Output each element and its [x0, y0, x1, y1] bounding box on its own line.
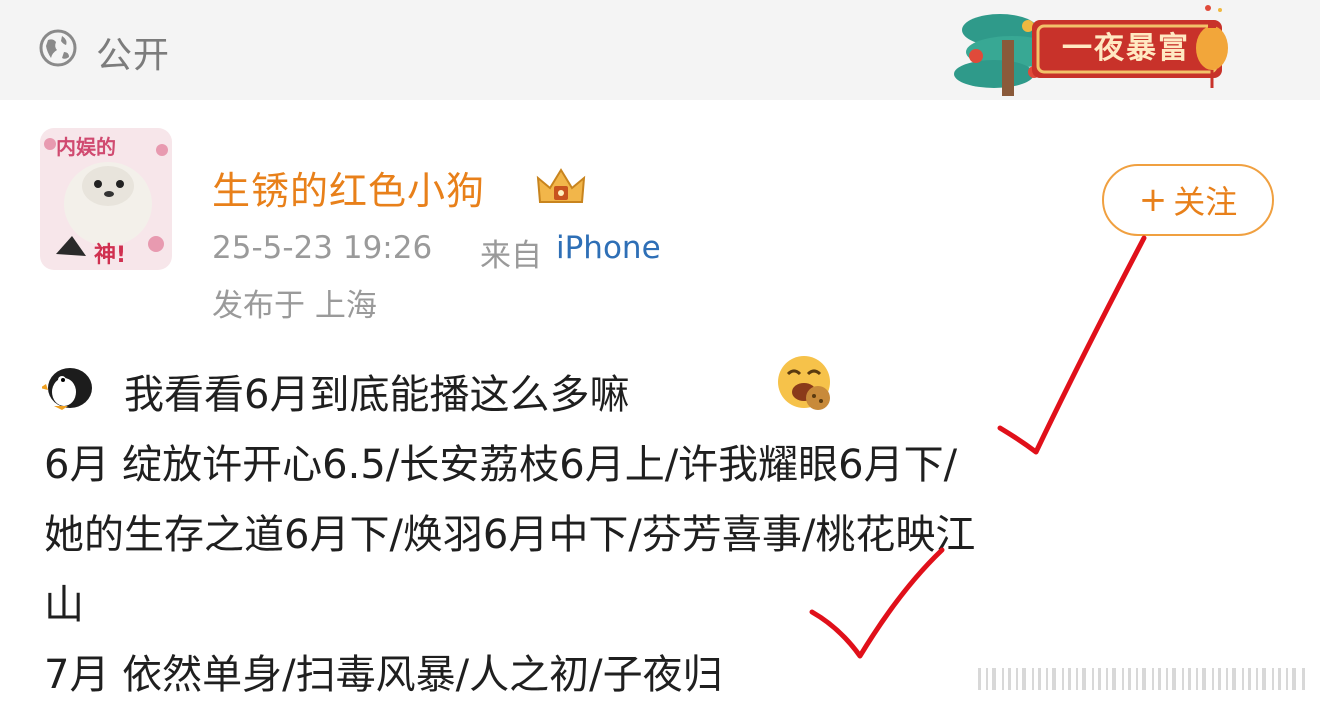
watermark-image [978, 668, 1305, 690]
globe-icon [39, 29, 77, 67]
source-label: 来自 [480, 238, 542, 274]
laughing-face-emoji [778, 356, 830, 410]
avatar-text-bottom: 神! [94, 242, 126, 268]
follow-label: 关注 [1173, 183, 1238, 221]
checkmark-annotation [809, 547, 945, 659]
plus-icon: + [1138, 180, 1168, 220]
banner-text[interactable]: 一夜暴富 [1042, 26, 1210, 72]
post-location: 发布于 上海 [212, 288, 377, 324]
source-device-link[interactable]: iPhone [556, 230, 661, 266]
checkmark-annotation [997, 235, 1147, 455]
visibility-label[interactable]: 公开 [96, 26, 170, 78]
avatar-text-top: 内娱的 [56, 135, 116, 159]
follow-button[interactable]: + 关注 [1102, 164, 1274, 236]
top-bar: 公开 一夜暴富 [0, 0, 1320, 100]
author-name[interactable]: 生锈的红色小狗 [212, 160, 485, 215]
post-text-line: 我看看6月到底能播这么多嘛 [124, 372, 630, 418]
avatar[interactable]: 内娱的 神! [36, 124, 176, 274]
post-text-line: 6月 绽放许开心6.5/长安荔枝6月上/许我耀眼6月下/ [44, 442, 958, 488]
post-text-line: 山 [44, 582, 84, 628]
post-text-line: 7月 依然单身/扫毒风暴/人之初/子夜归 [44, 652, 723, 698]
crown-icon [536, 168, 586, 203]
post-text-line: 她的生存之道6月下/焕羽6月中下/芬芳喜事/桃花映江 [44, 512, 976, 558]
penguin-emoji [42, 368, 92, 410]
annotation-overlay [809, 235, 1147, 659]
post-time: 25-5-23 19:26 [212, 230, 433, 266]
